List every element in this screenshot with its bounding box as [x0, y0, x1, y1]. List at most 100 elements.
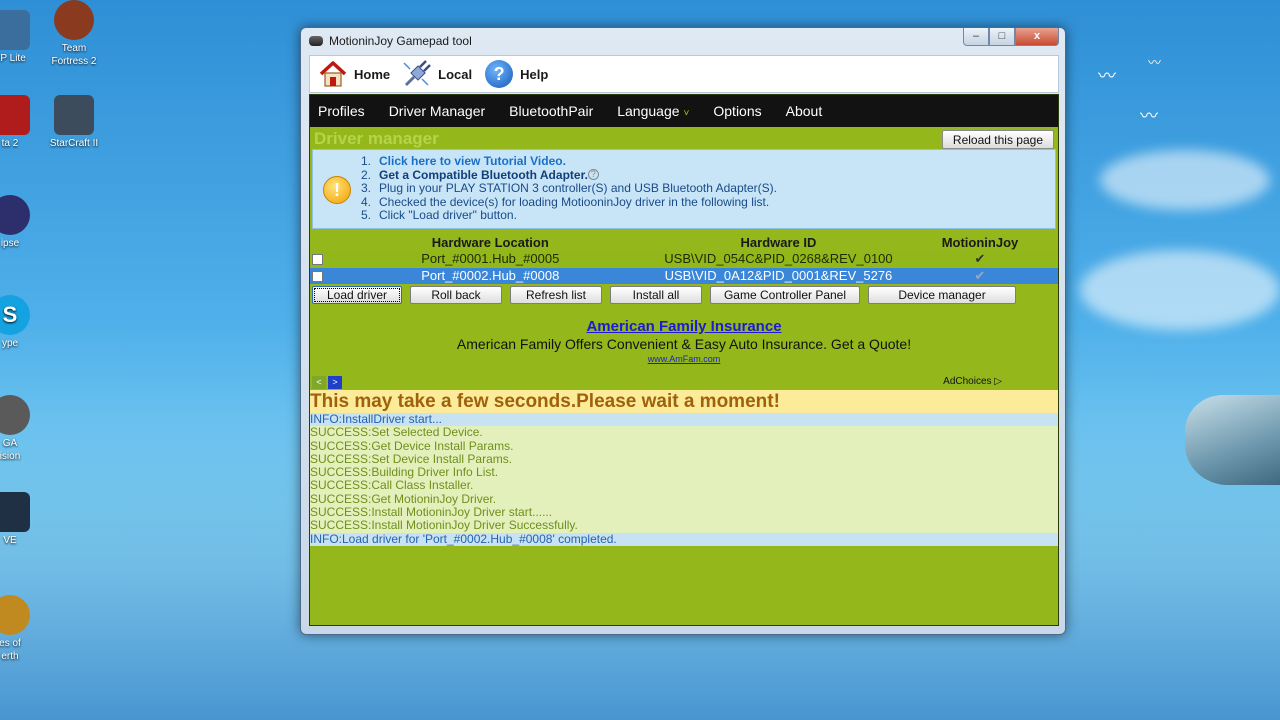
step-number: 5.: [361, 208, 372, 222]
local-label: Local: [438, 66, 473, 82]
step-1[interactable]: 1. Click here to view Tutorial Video.: [361, 154, 777, 169]
load-driver-button[interactable]: Load driver: [312, 286, 402, 304]
row-location: Port_#0001.Hub_#0005: [421, 251, 560, 266]
desktop-icon-ga[interactable]: GA ision: [0, 395, 40, 463]
home-icon: [318, 59, 348, 89]
reload-page-button[interactable]: Reload this page: [941, 130, 1054, 149]
gamepad-icon: [309, 36, 323, 46]
question-icon[interactable]: ?: [587, 168, 599, 180]
ad-banner: American Family Insurance American Famil…: [310, 304, 1058, 390]
desktop-icon-label: StarCraft II: [49, 138, 99, 149]
menu-driver-manager[interactable]: Driver Manager: [389, 103, 485, 119]
menu-about[interactable]: About: [786, 103, 823, 119]
desktop-icon-label: ype: [1, 338, 19, 349]
home-label: Home: [354, 66, 391, 82]
log-line: SUCCESS:Install MotioninJoy Driver Succe…: [310, 519, 1058, 533]
device-manager-button[interactable]: Device manager: [868, 286, 1016, 304]
desktop-icon-label: es of erth: [0, 638, 21, 662]
col-hardware-id: Hardware ID: [740, 235, 817, 250]
cloud: [1100, 150, 1270, 210]
row-checkbox[interactable]: [312, 253, 324, 265]
col-motioninjoy: MotioninJoy: [941, 235, 1019, 250]
log-line: SUCCESS:Building Driver Info List.: [310, 465, 1058, 480]
check-icon: ✔: [974, 251, 986, 266]
minimize-button[interactable]: –: [963, 28, 989, 46]
step-2[interactable]: 2. Get a Compatible Bluetooth Adapter.?: [361, 168, 777, 183]
starcraft-icon: [54, 95, 94, 135]
step-number: 3.: [361, 181, 372, 195]
check-icon: ✔: [974, 268, 986, 283]
desktop-icon-team-fortress[interactable]: Team Fortress 2: [44, 0, 104, 68]
log-line: SUCCESS:Install MotioninJoy Driver start…: [310, 505, 1058, 520]
desktop-icon-ve[interactable]: VE: [0, 492, 40, 547]
desktop-icon-label: GA ision: [0, 438, 21, 462]
desktop-icon-eclipse[interactable]: ipse: [0, 195, 40, 250]
app-window: MotioninJoy Gamepad tool – □ x Home Loca…: [300, 27, 1066, 635]
app-icon: [0, 492, 30, 532]
step-text: Checked the device(s) for loading Motioo…: [379, 194, 770, 209]
bluetooth-adapter-link[interactable]: Get a Compatible Bluetooth Adapter.: [379, 168, 588, 182]
menu-profiles[interactable]: Profiles: [318, 103, 365, 119]
step-number: 1.: [361, 154, 372, 168]
step-3: 3. Plug in your PLAY STATION 3 controller…: [361, 181, 777, 196]
desktop-icon-dota[interactable]: ta 2: [0, 95, 40, 150]
warning-icon: !: [323, 176, 351, 204]
table-row[interactable]: Port_#0001.Hub_#0005 USB\VID_054C&PID_02…: [310, 251, 1058, 267]
app-icon: [0, 595, 30, 635]
step-number: 4.: [361, 194, 372, 209]
refresh-list-button[interactable]: Refresh list: [510, 286, 602, 304]
install-all-button[interactable]: Install all: [610, 286, 702, 304]
desktop-rock: [1185, 395, 1280, 485]
dota-icon: [0, 95, 30, 135]
row-hardware-id: USB\VID_054C&PID_0268&REV_0100: [664, 251, 893, 266]
log-line: INFO:InstallDriver start...: [310, 412, 1058, 427]
app-icon: [0, 395, 30, 435]
plug-icon: [402, 59, 432, 89]
instructions-box: ! 1. Click here to view Tutorial Video. 2…: [312, 149, 1056, 229]
tutorial-video-link[interactable]: Click here to view Tutorial Video.: [379, 154, 566, 168]
bird-icon: 〰: [1140, 106, 1158, 126]
desktop-icon-label: VE: [3, 535, 17, 546]
row-checkbox[interactable]: [312, 270, 324, 282]
desktop-icon-skype[interactable]: S ype: [0, 295, 40, 350]
desktop-icon-starcraft[interactable]: StarCraft II: [44, 95, 104, 150]
tf2-icon: [54, 0, 94, 40]
desktop-icon-heroes[interactable]: es of erth: [0, 595, 40, 663]
status-log: INFO:InstallDriver start... SUCCESS:Set …: [310, 412, 1058, 546]
close-button[interactable]: x: [1015, 28, 1059, 46]
home-button[interactable]: Home: [318, 59, 390, 89]
roll-back-button[interactable]: Roll back: [410, 286, 502, 304]
driver-actions: Load driver Roll back Refresh list Insta…: [310, 286, 1058, 304]
step-5: 5. Click "Load driver" button.: [361, 208, 777, 223]
section-title: Driver manager: [314, 129, 439, 148]
menu-language[interactable]: Language ˅: [617, 103, 689, 119]
app-icon: [0, 10, 30, 50]
local-button[interactable]: Local: [402, 59, 472, 89]
menu-options[interactable]: Options: [713, 103, 761, 119]
eclipse-icon: [0, 195, 30, 235]
skype-icon: S: [0, 295, 30, 335]
log-line: SUCCESS:Get MotioninJoy Driver.: [310, 492, 1058, 507]
device-table: Hardware Location Hardware ID MotioninJo…: [310, 235, 1058, 284]
help-button[interactable]: ? Help: [484, 59, 548, 89]
table-row-selected[interactable]: Port_#0002.Hub_#0008 USB\VID_0A12&PID_00…: [310, 268, 1058, 284]
row-location: Port_#0002.Hub_#0008: [421, 268, 560, 283]
ad-choices-link[interactable]: AdChoices ▷: [943, 376, 1002, 387]
menu-bar: Profiles Driver Manager BluetoothPair La…: [310, 95, 1058, 127]
ad-description: American Family Offers Convenient & Easy…: [456, 336, 912, 352]
instruction-steps: 1. Click here to view Tutorial Video. 2. G…: [361, 154, 777, 223]
ad-prev-icon[interactable]: <: [312, 376, 326, 389]
game-controller-panel-button[interactable]: Game Controller Panel: [710, 286, 860, 304]
step-text: Click "Load driver" button.: [379, 208, 517, 222]
ad-title-link[interactable]: American Family Insurance: [310, 318, 1058, 335]
title-bar[interactable]: MotioninJoy Gamepad tool – □ x: [301, 28, 1065, 54]
ad-navigation: < >: [312, 376, 344, 389]
desktop-icon[interactable]: TP Lite: [0, 10, 40, 65]
ad-url-link[interactable]: www.AmFam.com: [310, 354, 1058, 364]
cloud: [1080, 250, 1280, 330]
desktop-icon-label: ta 2: [1, 138, 19, 149]
menu-bluetooth-pair[interactable]: BluetoothPair: [509, 103, 593, 119]
window-title: MotioninJoy Gamepad tool: [329, 34, 472, 48]
maximize-button[interactable]: □: [989, 28, 1015, 46]
ad-next-icon[interactable]: >: [328, 376, 342, 389]
